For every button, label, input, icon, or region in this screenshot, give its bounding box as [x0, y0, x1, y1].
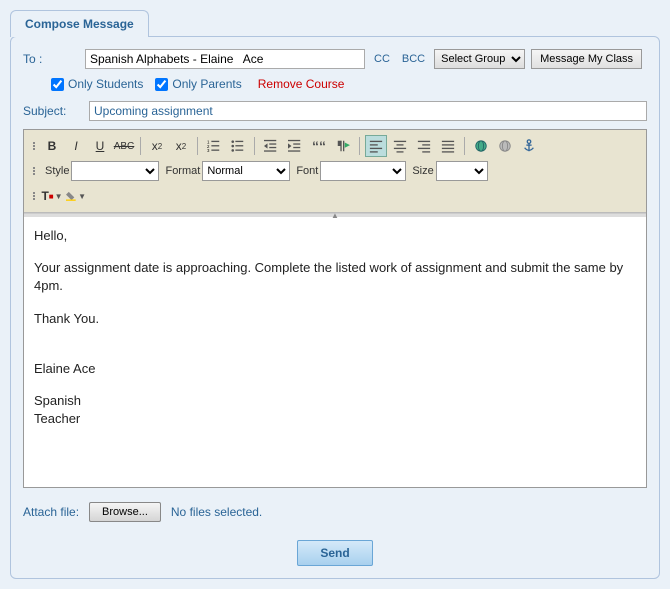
- direction-button[interactable]: [332, 135, 354, 157]
- message-my-class-button[interactable]: Message My Class: [531, 49, 642, 69]
- body-greeting: Hello,: [34, 227, 636, 245]
- subject-label: Subject:: [23, 104, 79, 118]
- outdent-button[interactable]: [260, 135, 282, 157]
- subscript-button[interactable]: x2: [146, 135, 168, 157]
- bg-color-button[interactable]: ▼: [65, 185, 87, 207]
- align-center-button[interactable]: [389, 135, 411, 157]
- ordered-list-button[interactable]: 123: [203, 135, 225, 157]
- browse-button[interactable]: Browse...: [89, 502, 161, 522]
- body-role1: Spanish: [34, 392, 636, 410]
- send-button[interactable]: Send: [297, 540, 372, 566]
- style-select[interactable]: [71, 161, 159, 181]
- compose-panel: To : CC BCC Select Group Message My Clas…: [10, 36, 660, 579]
- size-select[interactable]: [436, 161, 488, 181]
- unordered-list-button[interactable]: [227, 135, 249, 157]
- style-label: Style: [45, 165, 69, 177]
- grip-icon: [29, 187, 39, 205]
- underline-button[interactable]: U: [89, 135, 111, 157]
- cc-link[interactable]: CC: [371, 53, 393, 65]
- anchor-button[interactable]: [518, 135, 540, 157]
- text-color-button[interactable]: T■▼: [41, 185, 63, 207]
- editor-toolbar: B I U ABC x2 x2 123 ““: [24, 130, 646, 213]
- grip-icon: [29, 137, 39, 155]
- attach-label: Attach file:: [23, 505, 79, 519]
- editor-body[interactable]: Hello, Your assignment date is approachi…: [24, 217, 646, 487]
- font-select[interactable]: [320, 161, 406, 181]
- only-students-label: Only Students: [68, 77, 143, 91]
- link-button[interactable]: [470, 135, 492, 157]
- remove-course-link[interactable]: Remove Course: [258, 77, 345, 91]
- align-right-button[interactable]: [413, 135, 435, 157]
- unlink-button[interactable]: [494, 135, 516, 157]
- compose-tab[interactable]: Compose Message: [10, 10, 149, 37]
- subject-input[interactable]: [89, 101, 647, 121]
- format-select[interactable]: Normal: [202, 161, 290, 181]
- format-label: Format: [165, 165, 200, 177]
- bold-button[interactable]: B: [41, 135, 63, 157]
- body-name: Elaine Ace: [34, 360, 636, 378]
- align-justify-button[interactable]: [437, 135, 459, 157]
- select-group-dropdown[interactable]: Select Group: [434, 49, 525, 69]
- only-students-checkbox[interactable]: [51, 78, 64, 91]
- size-label: Size: [412, 165, 433, 177]
- align-left-button[interactable]: [365, 135, 387, 157]
- strikethrough-button[interactable]: ABC: [113, 135, 135, 157]
- only-parents-label: Only Parents: [172, 77, 241, 91]
- only-parents-checkbox[interactable]: [155, 78, 168, 91]
- body-thanks: Thank You.: [34, 310, 636, 328]
- italic-button[interactable]: I: [65, 135, 87, 157]
- grip-icon: [29, 162, 39, 180]
- blockquote-button[interactable]: ““: [308, 135, 330, 157]
- superscript-button[interactable]: x2: [170, 135, 192, 157]
- attach-status: No files selected.: [171, 505, 262, 519]
- font-label: Font: [296, 165, 318, 177]
- svg-text:3: 3: [207, 148, 210, 153]
- body-paragraph: Your assignment date is approaching. Com…: [34, 259, 636, 295]
- bcc-link[interactable]: BCC: [399, 53, 428, 65]
- to-label: To :: [23, 52, 79, 66]
- indent-button[interactable]: [284, 135, 306, 157]
- body-role2: Teacher: [34, 410, 636, 428]
- to-input[interactable]: [85, 49, 365, 69]
- editor: B I U ABC x2 x2 123 ““: [23, 129, 647, 488]
